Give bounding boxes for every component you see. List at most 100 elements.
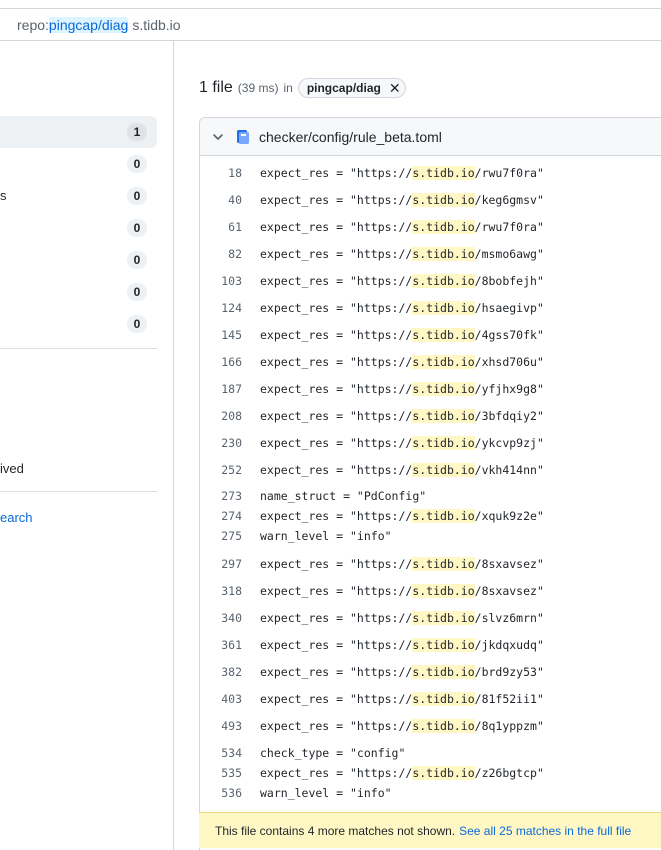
line-number[interactable]: 82 [200, 247, 242, 261]
see-all-matches-link[interactable]: See all 25 matches in the full file [459, 824, 631, 838]
line-number[interactable]: 534 [200, 746, 242, 760]
match-highlight: s.tidb.io [412, 463, 475, 477]
code-line: 534 check_type = "config" [200, 743, 661, 763]
match-highlight: s.tidb.io [412, 557, 475, 571]
line-text: /8q1yppzm" [474, 719, 544, 733]
line-number[interactable]: 124 [200, 301, 242, 315]
line-source: expect_res = "https://s.tidb.io/4gss70fk… [260, 328, 544, 342]
line-text: /brd9zy53" [474, 665, 544, 679]
line-text: /8sxavsez" [474, 584, 544, 598]
line-number[interactable]: 61 [200, 220, 242, 234]
line-number[interactable]: 145 [200, 328, 242, 342]
line-number[interactable]: 318 [200, 584, 242, 598]
sidebar-item-count: 0 [127, 219, 147, 237]
code-line: 382 expect_res = "https://s.tidb.io/brd9z… [200, 662, 661, 682]
line-text: expect_res = "https:// [260, 220, 413, 234]
line-number[interactable]: 274 [200, 509, 242, 523]
line-text: expect_res = "https:// [260, 193, 413, 207]
code-line: 103 expect_res = "https://s.tidb.io/8bobf… [200, 271, 661, 291]
line-number[interactable]: 382 [200, 665, 242, 679]
advanced-search-link[interactable]: earch [0, 510, 33, 525]
file-result-header[interactable]: checker/config/rule_beta.toml [200, 118, 661, 156]
line-text: expect_res = "https:// [260, 382, 413, 396]
line-number[interactable]: 536 [200, 786, 242, 800]
line-source: expect_res = "https://s.tidb.io/3bfdqiy2… [260, 409, 544, 423]
line-number[interactable]: 297 [200, 557, 242, 571]
line-number[interactable]: 208 [200, 409, 242, 423]
result-time: (39 ms) [237, 81, 279, 95]
line-source: name_struct = "PdConfig" [260, 489, 426, 503]
line-number[interactable]: 18 [200, 166, 242, 180]
match-highlight: s.tidb.io [412, 509, 475, 523]
code-line: 403 expect_res = "https://s.tidb.io/81f52… [200, 689, 661, 709]
line-number[interactable]: 187 [200, 382, 242, 396]
line-text: expect_res = "https:// [260, 611, 413, 625]
line-text: expect_res = "https:// [260, 274, 413, 288]
result-in-label: in [283, 81, 293, 95]
results-header: 1 file (39 ms) in pingcap/diag ✕ [199, 76, 406, 100]
line-number[interactable]: 252 [200, 463, 242, 477]
line-number[interactable]: 361 [200, 638, 242, 652]
line-text: expect_res = "https:// [260, 247, 413, 261]
line-number[interactable]: 40 [200, 193, 242, 207]
chevron-down-icon[interactable] [212, 131, 224, 143]
line-text: check_type = "config" [260, 746, 406, 760]
line-source: expect_res = "https://s.tidb.io/hsaegivp… [260, 301, 544, 315]
sidebar-item-label: s [0, 188, 7, 203]
line-number[interactable]: 340 [200, 611, 242, 625]
line-text: /3bfdqiy2" [474, 409, 544, 423]
match-highlight: s.tidb.io [412, 247, 475, 261]
line-text: /hsaegivp" [474, 301, 544, 315]
line-number[interactable]: 103 [200, 274, 242, 288]
line-text: expect_res = "https:// [260, 301, 413, 315]
line-number[interactable]: 403 [200, 692, 242, 706]
file-path-link[interactable]: checker/config/rule_beta.toml [259, 129, 442, 145]
line-source: expect_res = "https://s.tidb.io/xhsd706u… [260, 355, 544, 369]
sidebar-item-count: 0 [127, 251, 147, 269]
code-line: 18 expect_res = "https://s.tidb.io/rwu7f0… [200, 163, 661, 183]
line-number[interactable]: 493 [200, 719, 242, 733]
line-text: /4gss70fk" [474, 328, 544, 342]
search-query-text: s.tidb.io [132, 16, 181, 33]
code-line: 252 expect_res = "https://s.tidb.io/vkh41… [200, 460, 661, 480]
toml-file-icon [237, 129, 249, 144]
sidebar-item-count: 0 [127, 315, 147, 333]
match-highlight: s.tidb.io [412, 611, 475, 625]
sidebar-item-4[interactable]: 0 [0, 244, 157, 276]
code-line: 274 expect_res = "https://s.tidb.io/xquk9… [200, 506, 661, 526]
repo-filter-chip[interactable]: pingcap/diag ✕ [297, 78, 406, 98]
line-text: expect_res = "https:// [260, 166, 413, 180]
line-source: expect_res = "https://s.tidb.io/8bobfejh… [260, 274, 544, 288]
line-source: expect_res = "https://s.tidb.io/ykcvp9zj… [260, 436, 544, 450]
more-matches-text: This file contains 4 more matches not sh… [215, 823, 456, 838]
close-icon[interactable]: ✕ [389, 81, 401, 95]
match-highlight: s.tidb.io [412, 382, 475, 396]
sidebar-item-5[interactable]: 0 [0, 276, 157, 308]
line-source: warn_level = "info" [260, 529, 392, 543]
line-number[interactable]: 273 [200, 489, 242, 503]
search-bar[interactable]: repo: pingcap/diag s.tidb.io [0, 8, 661, 41]
line-text: expect_res = "https:// [260, 328, 413, 342]
sidebar-archived-option[interactable]: ived [0, 461, 24, 476]
more-matches-banner: This file contains 4 more matches not sh… [199, 812, 661, 848]
line-number[interactable]: 166 [200, 355, 242, 369]
code-line: 40 expect_res = "https://s.tidb.io/keg6gm… [200, 190, 661, 210]
line-source: expect_res = "https://s.tidb.io/yfjhx9g8… [260, 382, 544, 396]
match-highlight: s.tidb.io [412, 719, 475, 733]
line-number[interactable]: 535 [200, 766, 242, 780]
line-text: /81f52ii1" [474, 692, 544, 706]
match-highlight: s.tidb.io [412, 166, 475, 180]
line-text: expect_res = "https:// [260, 436, 413, 450]
sidebar-item-6[interactable]: 0 [0, 308, 157, 340]
line-text: expect_res = "https:// [260, 557, 413, 571]
sidebar-item-0[interactable]: 1 [0, 116, 157, 148]
code-line: 208 expect_res = "https://s.tidb.io/3bfdq… [200, 406, 661, 426]
line-text: /ykcvp9zj" [474, 436, 544, 450]
sidebar-item-2[interactable]: s 0 [0, 180, 157, 212]
sidebar-item-count: 0 [127, 283, 147, 301]
sidebar-item-1[interactable]: 0 [0, 148, 157, 180]
line-number[interactable]: 275 [200, 529, 242, 543]
search-qualifier-value: pingcap/diag [48, 16, 129, 33]
sidebar-item-3[interactable]: 0 [0, 212, 157, 244]
line-number[interactable]: 230 [200, 436, 242, 450]
